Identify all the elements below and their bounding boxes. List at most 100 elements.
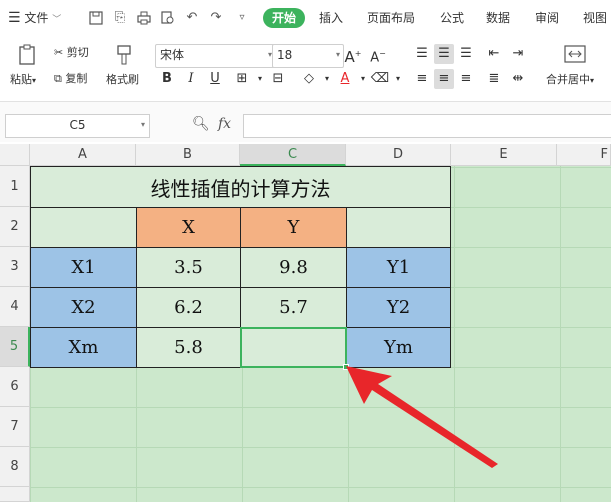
italic-icon[interactable]: I (181, 69, 201, 89)
tab-view[interactable]: 视图 (583, 8, 607, 28)
paste-button[interactable] (10, 44, 46, 70)
value-x1-cell[interactable]: 3.5 (136, 247, 241, 288)
format-painter-label[interactable]: 格式刷 (106, 73, 139, 87)
distributed-icon[interactable]: ⇹ (508, 69, 528, 89)
value-y1-cell[interactable]: 9.8 (240, 247, 347, 288)
file-menu[interactable]: ☰ 文件 ﹀ (8, 8, 61, 28)
cell-a2[interactable] (30, 207, 137, 248)
paste-icon (19, 44, 35, 65)
print-icon[interactable] (136, 11, 152, 25)
align-bottom-icon[interactable]: ☰ (456, 44, 476, 64)
title-cell[interactable]: 线性插值的计算方法 (30, 166, 451, 208)
tab-review[interactable]: 审阅 (535, 8, 559, 28)
column-header-d[interactable]: D (346, 144, 451, 166)
value-x2-cell[interactable]: 6.2 (136, 287, 241, 328)
merge-cells-icon[interactable]: ⊟ (268, 69, 288, 89)
column-header-e[interactable]: E (451, 144, 557, 166)
chevron-down-icon[interactable]: ▾ (388, 69, 408, 89)
bold-icon[interactable]: B (157, 69, 177, 89)
print-preview-icon[interactable] (160, 11, 176, 25)
menu-bar: ☰ 文件 ﹀ ⎘ ↶ ↷ ▿ 开始 插入 页面布局 公式 数据 审阅 视图 (0, 0, 611, 36)
row-header-4[interactable]: 4 (0, 287, 30, 327)
scissors-icon: ✂ (54, 46, 64, 59)
tab-insert[interactable]: 插入 (319, 8, 343, 28)
fill-color-icon[interactable]: ◇ (299, 69, 319, 89)
row-header-8[interactable]: 8 (0, 447, 30, 487)
tab-home[interactable]: 开始 (263, 8, 306, 28)
label-x2-cell[interactable]: X2 (30, 287, 137, 328)
font-name-value: 宋体 (160, 48, 185, 62)
cell-d2[interactable] (346, 207, 451, 248)
export-icon[interactable]: ⎘ (112, 11, 128, 25)
label-xm-cell[interactable]: Xm (30, 327, 137, 368)
cut-button[interactable]: ✂ 剪切 (54, 46, 89, 60)
format-painter-icon (117, 45, 131, 65)
row-header-2[interactable]: 2 (0, 207, 30, 247)
formula-input[interactable] (243, 114, 611, 138)
merge-center-button[interactable] (560, 44, 590, 68)
underline-icon[interactable]: U (205, 69, 225, 89)
label-x1-cell[interactable]: X1 (30, 247, 137, 288)
undo-icon[interactable]: ↶ (184, 11, 200, 25)
header-x-cell[interactable]: X (136, 207, 241, 248)
column-header-a[interactable]: A (30, 144, 136, 166)
eraser-icon[interactable]: ⌫ (370, 69, 390, 89)
row-header-3[interactable]: 3 (0, 247, 30, 287)
justify-icon[interactable]: ≣ (484, 69, 504, 89)
paste-label[interactable]: 粘贴▾ (10, 73, 36, 88)
ribbon: 粘贴▾ ✂ 剪切 ⧉ 复制 格式刷 宋体 ▾ 18 ▾ A+ A− B I U … (0, 36, 611, 102)
column-header-f[interactable]: F (557, 144, 611, 166)
font-name-select[interactable]: 宋体 ▾ (155, 44, 276, 68)
format-painter-button[interactable] (106, 44, 142, 70)
label-y1-cell[interactable]: Y1 (346, 247, 451, 288)
row-header-9[interactable] (0, 487, 30, 502)
merge-center-icon (564, 45, 586, 63)
column-header-b[interactable]: B (136, 144, 240, 166)
chevron-down-icon: ▾ (140, 120, 145, 129)
zoom-formula-icon[interactable]: 🔍︎ (192, 116, 210, 134)
align-top-icon[interactable]: ☰ (412, 44, 432, 64)
align-right-icon[interactable]: ≡ (456, 69, 476, 89)
row-header-5[interactable]: 5 (0, 327, 30, 367)
chevron-down-icon[interactable]: ▾ (317, 69, 337, 89)
tab-page-layout[interactable]: 页面布局 (367, 8, 415, 28)
customize-toolbar-icon[interactable]: ▿ (234, 11, 250, 25)
copy-button[interactable]: ⧉ 复制 (54, 72, 87, 86)
row-header-1[interactable]: 1 (0, 166, 30, 207)
align-center-icon[interactable]: ≡ (434, 69, 454, 89)
label-y2-cell[interactable]: Y2 (346, 287, 451, 328)
align-left-icon[interactable]: ≡ (412, 69, 432, 89)
align-middle-icon[interactable]: ☰ (434, 44, 454, 64)
arrow-annotation-icon (346, 366, 498, 468)
tab-data[interactable]: 数据 (486, 8, 510, 28)
fx-icon[interactable]: fx (218, 116, 231, 134)
select-all-corner[interactable] (0, 144, 30, 166)
borders-icon[interactable]: ⊞ (232, 69, 252, 89)
save-icon[interactable] (88, 11, 104, 25)
font-size-select[interactable]: 18 ▾ (272, 44, 344, 68)
chevron-down-icon[interactable]: ▾ (250, 69, 270, 89)
tab-formulas[interactable]: 公式 (440, 8, 464, 28)
indent-decrease-icon[interactable]: ⇤ (484, 44, 504, 64)
value-y2-cell[interactable]: 5.7 (240, 287, 347, 328)
increase-font-icon[interactable]: A+ (343, 44, 363, 66)
merge-center-label[interactable]: 合并居中▾ (546, 73, 594, 88)
chevron-down-icon: ▾ (335, 50, 340, 59)
name-box[interactable]: C5 ▾ (5, 114, 150, 138)
chevron-down-icon: ﹀ (52, 15, 62, 25)
active-cell-c5[interactable] (240, 327, 347, 368)
font-size-value: 18 (277, 48, 293, 62)
font-color-icon[interactable]: A (335, 69, 355, 89)
name-box-value: C5 (69, 118, 86, 132)
row-header-6[interactable]: 6 (0, 367, 30, 407)
copy-icon: ⧉ (54, 72, 62, 85)
hamburger-icon: ☰ (8, 10, 21, 26)
row-header-7[interactable]: 7 (0, 407, 30, 447)
redo-icon[interactable]: ↷ (208, 11, 224, 25)
indent-increase-icon[interactable]: ⇥ (508, 44, 528, 64)
column-header-c[interactable]: C (240, 144, 346, 166)
decrease-font-icon[interactable]: A− (368, 44, 388, 65)
header-y-cell[interactable]: Y (240, 207, 347, 248)
file-menu-label: 文件 (24, 11, 49, 25)
value-xm-cell[interactable]: 5.8 (136, 327, 241, 368)
